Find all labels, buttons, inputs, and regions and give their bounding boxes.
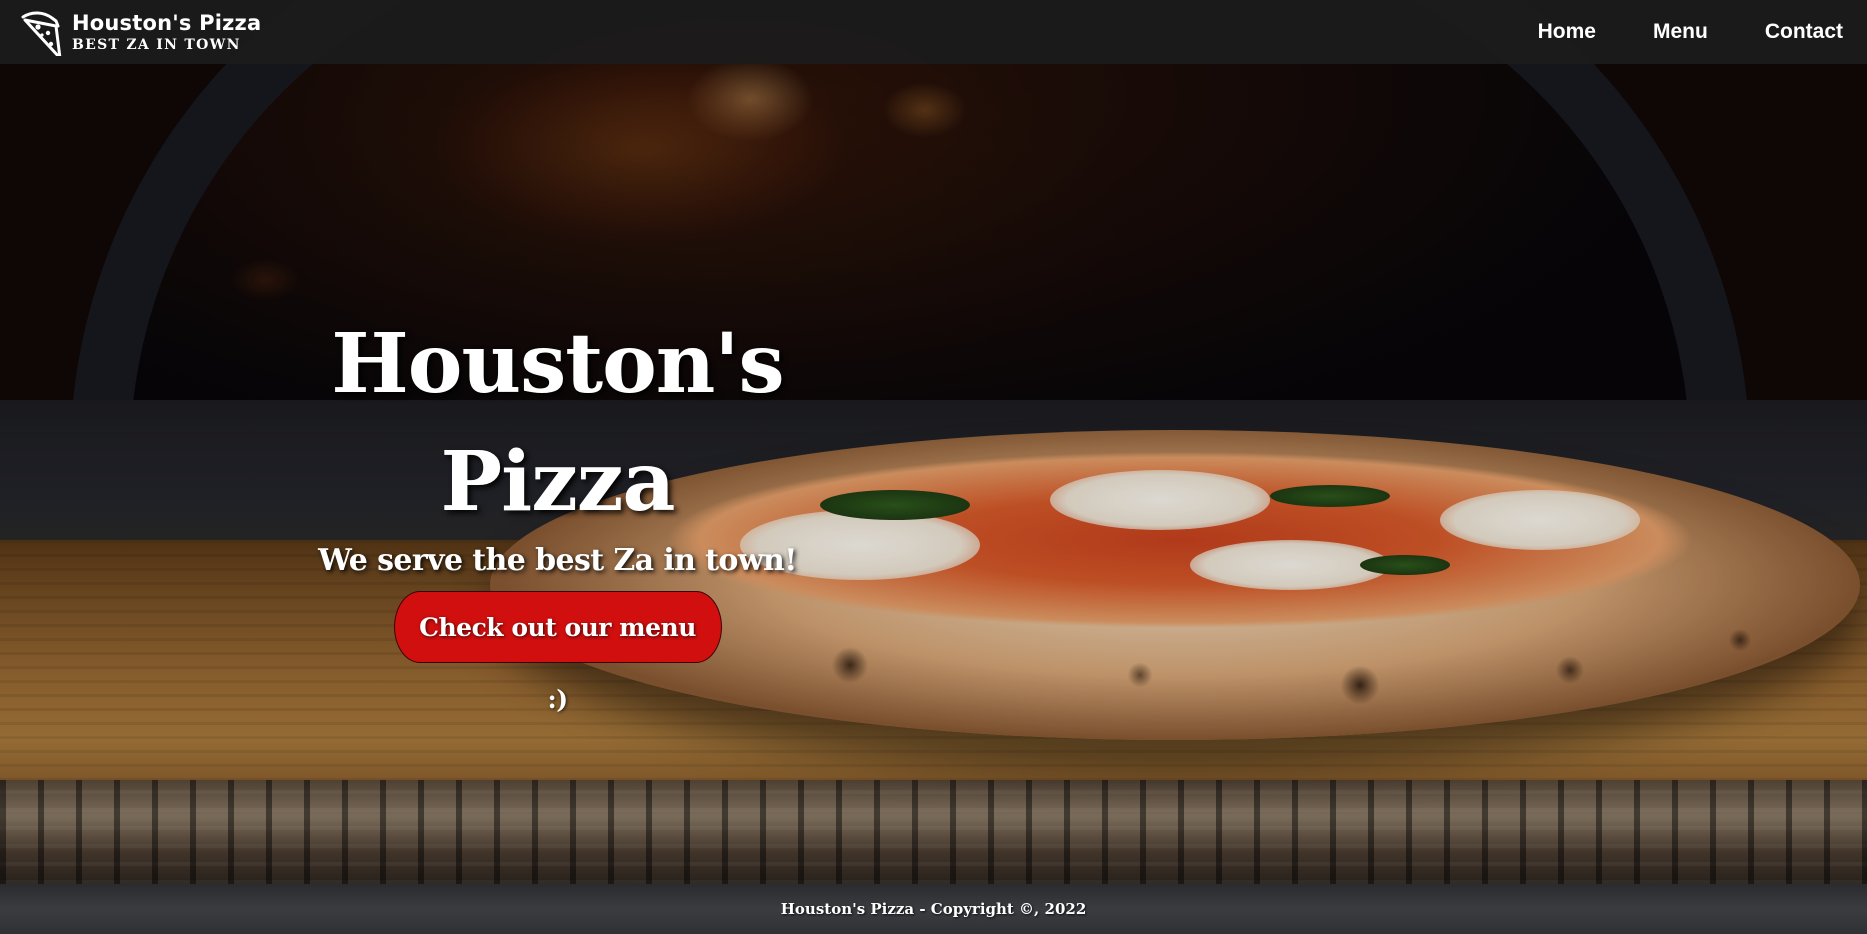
- footer-copyright: Houston's Pizza - Copyright ©, 2022: [780, 900, 1087, 918]
- menu-cta-button[interactable]: Check out our menu :): [393, 591, 722, 714]
- nav-home-link[interactable]: Home: [1538, 20, 1596, 44]
- page: Houston's Pizza BEST ZA IN TOWN Home Men…: [0, 0, 1867, 934]
- nav-links: Home Menu Contact: [1481, 20, 1843, 44]
- hero-content: Houston's Pizza We serve the best Za in …: [300, 305, 815, 714]
- hero-title-line-2: Pizza: [440, 434, 675, 530]
- hero-title: Houston's Pizza: [300, 305, 815, 541]
- footer: Houston's Pizza - Copyright ©, 2022: [0, 884, 1867, 934]
- hero-overlay: [0, 0, 1867, 934]
- navbar: Houston's Pizza BEST ZA IN TOWN Home Men…: [0, 0, 1867, 64]
- pizza-slice-icon: [20, 8, 68, 60]
- hero-title-line-1: Houston's: [331, 316, 784, 412]
- hero-background-image: [0, 0, 1867, 934]
- brand-home-link[interactable]: Houston's Pizza BEST ZA IN TOWN: [20, 8, 262, 60]
- brand-text: Houston's Pizza BEST ZA IN TOWN: [72, 10, 262, 53]
- nav-contact-link[interactable]: Contact: [1765, 20, 1843, 44]
- nav-menu-link[interactable]: Menu: [1653, 20, 1708, 44]
- brand-tagline: BEST ZA IN TOWN: [72, 36, 241, 53]
- hero-subtitle: We serve the best Za in town!: [318, 543, 797, 578]
- brand-name: Houston's Pizza: [72, 10, 262, 35]
